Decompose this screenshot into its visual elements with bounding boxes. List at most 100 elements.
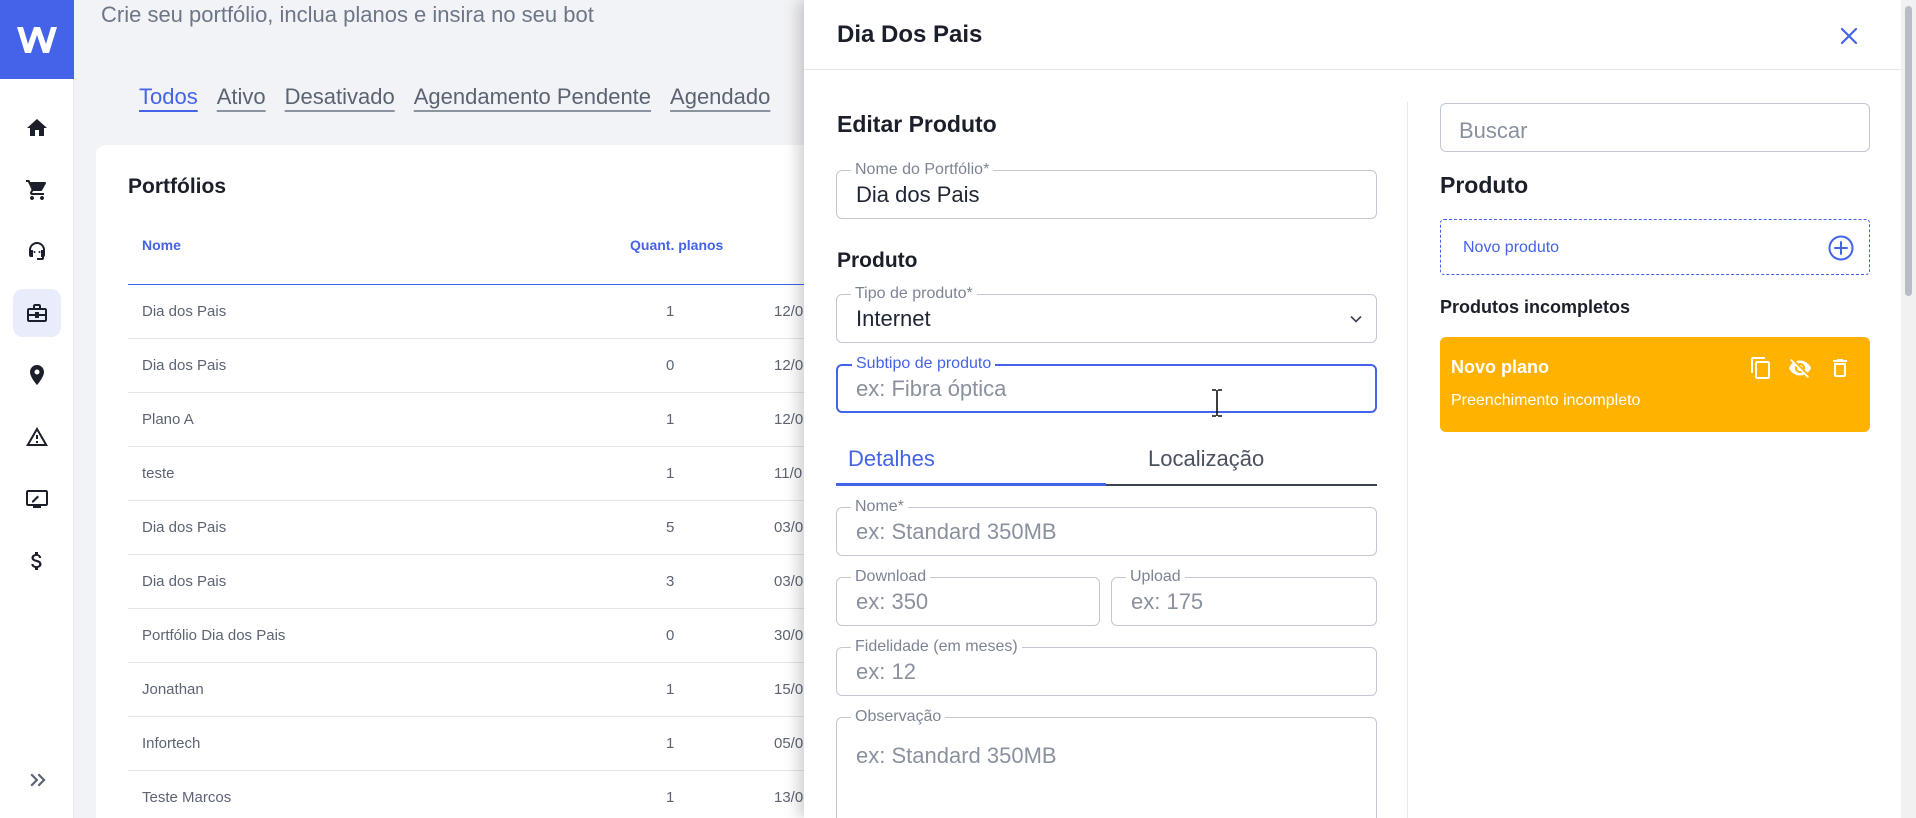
add-circle-icon (1828, 235, 1854, 261)
row-plans: 1 (666, 465, 675, 482)
cart-icon (26, 180, 47, 200)
product-subtype-input[interactable]: Subtipo de produto ex: Fibra óptica (836, 355, 1377, 413)
observation-label: Observação (851, 708, 946, 726)
row-plans: 1 (666, 735, 675, 752)
edit-screen-icon (26, 490, 48, 508)
nav-portfolios[interactable] (13, 289, 61, 337)
drawer-title: Dia Dos Pais (837, 21, 983, 48)
incomplete-product-status: Preenchimento incompleto (1451, 392, 1641, 409)
page-subtitle: Crie seu portfólio, inclua planos e insi… (101, 2, 594, 27)
row-date: 03/0 (774, 573, 804, 590)
text-cursor-icon (1212, 389, 1222, 417)
column-divider (1407, 102, 1408, 818)
fidelity-input[interactable]: Fidelidade (em meses) ex: 12 (836, 638, 1377, 696)
nav-finance[interactable] (13, 537, 61, 585)
delete-product-button[interactable] (1828, 356, 1852, 380)
product-subtype-placeholder: ex: Fibra óptica (856, 376, 1007, 401)
side-navigation (0, 0, 74, 818)
product-type-value: Internet (856, 306, 931, 331)
column-header-name[interactable]: Nome (142, 237, 181, 253)
scrollbar-thumb[interactable] (1905, 6, 1912, 296)
incomplete-products-title: Produtos incompletos (1440, 297, 1631, 317)
active-tab-indicator (836, 483, 1106, 486)
row-date: 12/0 (774, 303, 804, 320)
page-scrollbar[interactable] (1901, 0, 1916, 818)
nav-locations[interactable] (13, 351, 61, 399)
product-list-title: Produto (1440, 172, 1529, 198)
row-name: Jonathan (142, 681, 204, 698)
row-name: Infortech (142, 735, 201, 752)
expand-sidebar-button[interactable] (24, 766, 52, 794)
new-product-label: Novo produto (1463, 239, 1560, 256)
row-plans: 1 (666, 681, 675, 698)
fidelity-placeholder: ex: 12 (856, 659, 916, 684)
upload-input[interactable]: Upload ex: 175 (1111, 568, 1377, 626)
row-date: 12/0 (774, 357, 804, 374)
product-type-select[interactable]: Tipo de produto* Internet (836, 285, 1377, 343)
close-drawer-button[interactable] (1834, 21, 1864, 51)
portfolio-name-field[interactable]: Nome do Portfólio* Dia dos Pais (836, 161, 1377, 219)
filter-tab-agendado[interactable]: Agendado (670, 84, 770, 110)
row-plans: 1 (666, 411, 675, 428)
row-plans: 1 (666, 789, 675, 806)
row-plans: 3 (666, 573, 675, 590)
search-placeholder: Buscar (1459, 118, 1528, 143)
row-name: Dia dos Pais (142, 573, 227, 590)
status-filter-tabs: Todos Ativo Desativado Agendamento Pende… (139, 84, 770, 110)
logo-w-icon (17, 26, 57, 53)
home-icon (27, 119, 47, 136)
copy-icon (1751, 357, 1770, 379)
filter-tab-agendamento-pendente[interactable]: Agendamento Pendente (414, 84, 651, 110)
warning-icon (26, 427, 48, 446)
row-date: 11/0 (774, 465, 803, 482)
support-agent-icon (29, 242, 45, 260)
tab-localizacao[interactable]: Localização (1148, 446, 1264, 472)
download-placeholder: ex: 350 (856, 589, 929, 614)
app-logo[interactable] (0, 0, 74, 79)
location-pin-icon (30, 365, 44, 385)
download-label: Download (851, 568, 931, 586)
incomplete-product-name: Novo plano (1451, 357, 1549, 377)
tab-detalhes[interactable]: Detalhes (848, 446, 935, 472)
nav-home[interactable] (13, 104, 61, 152)
row-name: Plano A (142, 411, 194, 428)
product-search-input[interactable]: Buscar (1440, 103, 1870, 152)
nav-cart[interactable] (13, 166, 61, 214)
nav-screens[interactable] (13, 475, 61, 523)
dollar-icon (31, 552, 42, 570)
duplicate-product-button[interactable] (1749, 356, 1773, 380)
filter-tab-todos[interactable]: Todos (139, 84, 198, 110)
visibility-off-icon (1789, 359, 1811, 378)
portfolios-title: Portfólios (128, 175, 226, 198)
drawer-header: Dia Dos Pais (804, 0, 1916, 70)
column-header-plans[interactable]: Quant. planos (630, 237, 723, 253)
row-name: Portfólio Dia dos Pais (142, 627, 286, 644)
filter-tab-ativo[interactable]: Ativo (217, 84, 266, 110)
plan-name-label: Nome* (851, 498, 908, 516)
chevron-down-icon (1350, 315, 1362, 323)
observation-textarea[interactable]: Observação ex: Standard 350MB (836, 708, 1377, 818)
filter-tab-desativado[interactable]: Desativado (285, 84, 395, 110)
row-date: 12/0 (774, 411, 804, 428)
incomplete-product-card[interactable]: Novo plano Preenchimento incompleto (1440, 337, 1870, 432)
fidelity-label: Fidelidade (em meses) (851, 638, 1022, 656)
row-plans: 5 (666, 519, 675, 536)
row-name: Teste Marcos (142, 789, 232, 806)
row-plans: 0 (666, 357, 675, 374)
edit-portfolio-drawer: Dia Dos Pais Editar Produto Nome do Port… (804, 0, 1916, 818)
upload-placeholder: ex: 175 (1131, 589, 1204, 614)
download-input[interactable]: Download ex: 350 (836, 568, 1100, 626)
row-name: teste (142, 465, 175, 482)
nav-support[interactable] (13, 228, 61, 276)
upload-label: Upload (1126, 568, 1185, 586)
briefcase-icon (27, 304, 47, 322)
nav-alerts[interactable] (13, 413, 61, 461)
new-product-button[interactable]: Novo produto (1440, 219, 1870, 275)
double-chevron-right-icon (30, 773, 46, 787)
plan-name-input[interactable]: Nome* ex: Standard 350MB (836, 498, 1377, 556)
row-date: 13/0 (774, 789, 804, 806)
row-name: Dia dos Pais (142, 519, 227, 536)
hide-product-button[interactable] (1788, 356, 1812, 380)
row-date: 15/0 (774, 681, 804, 698)
row-date: 03/0 (774, 519, 804, 536)
